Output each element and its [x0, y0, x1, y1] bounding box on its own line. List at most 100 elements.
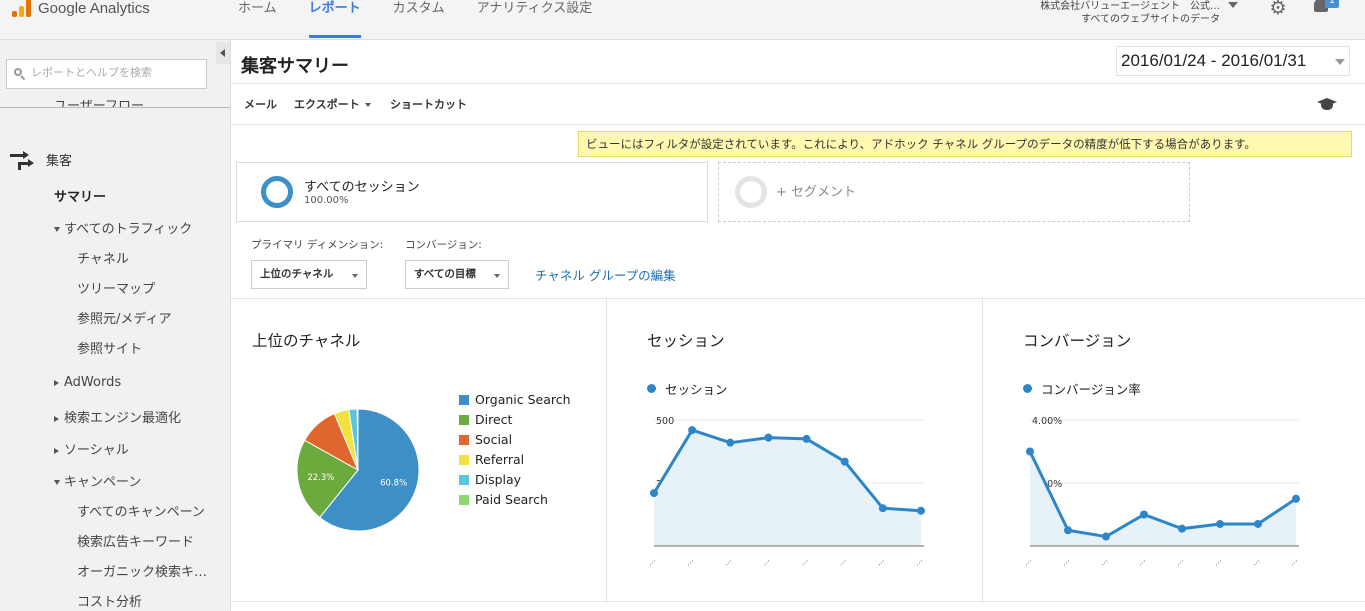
- data-point[interactable]: [1292, 494, 1300, 503]
- nav-home[interactable]: ホーム: [222, 0, 293, 40]
- export-button[interactable]: エクスポート: [294, 96, 371, 112]
- sidebar-item[interactable]: 検索広告キーワード: [77, 531, 194, 550]
- y-tick-label: 4.00%: [1032, 416, 1062, 427]
- channels-pie-chart[interactable]: 60.8% 22.3%: [231, 299, 606, 603]
- chart-panels: 上位のチャネル 60.8% 22.3% Organic Search Direct S…: [231, 298, 1365, 603]
- legend-item[interactable]: Organic Search: [459, 392, 571, 407]
- expand-right-icon[interactable]: [54, 447, 59, 454]
- sidebar-item[interactable]: 参照サイト: [77, 338, 142, 357]
- conversion-select[interactable]: すべての目標: [405, 260, 509, 289]
- gear-icon[interactable]: ⚙: [1268, 0, 1288, 18]
- data-point[interactable]: [1102, 532, 1110, 541]
- sidebar-item[interactable]: コスト分析: [77, 591, 142, 610]
- data-point[interactable]: [1064, 526, 1072, 535]
- data-point[interactable]: [726, 438, 735, 447]
- primary-dimension-select[interactable]: 上位のチャネル: [251, 260, 367, 289]
- x-tick-label: …: [645, 555, 657, 567]
- logo-text: Google Analytics: [38, 0, 150, 17]
- x-tick-label: …: [1173, 555, 1185, 567]
- filter-notice: ビューにはフィルタが設定されています。これにより、アドホック チャネル グループ…: [578, 131, 1352, 157]
- shortcut-button[interactable]: ショートカット: [390, 96, 467, 112]
- sessions-line-chart[interactable]: 500250……………………: [607, 299, 983, 603]
- account-selector[interactable]: 株式会社バリューエージェント 公式… すべてのウェブサイトのデータ: [1020, 0, 1220, 26]
- legend-item[interactable]: Social: [459, 432, 512, 447]
- data-point[interactable]: [1178, 524, 1186, 533]
- data-point[interactable]: [1254, 519, 1262, 528]
- page-title: 集客サマリー: [241, 56, 349, 77]
- legend-item[interactable]: Paid Search: [459, 492, 548, 507]
- data-point[interactable]: [688, 426, 697, 435]
- account-caret-icon[interactable]: [1228, 2, 1238, 8]
- x-tick-label: …: [1059, 555, 1071, 567]
- expand-right-icon[interactable]: [54, 415, 59, 422]
- sidebar-item[interactable]: 検索エンジン最適化: [54, 407, 181, 426]
- expand-down-icon[interactable]: [54, 480, 60, 485]
- segment-percentage: 100.00%: [304, 195, 349, 206]
- legend-label: Social: [475, 432, 513, 447]
- data-point[interactable]: [840, 457, 849, 466]
- x-tick-label: …: [1249, 555, 1261, 567]
- sidebar-item[interactable]: AdWords: [54, 375, 121, 390]
- sidebar-item[interactable]: オーガニック検索キ…: [77, 561, 207, 580]
- data-point[interactable]: [878, 504, 887, 513]
- data-point[interactable]: [1216, 519, 1224, 528]
- series-area: [654, 430, 921, 546]
- sidebar-item[interactable]: キャンペーン: [54, 471, 141, 490]
- segment-all-sessions[interactable]: すべてのセッション 100.00%: [236, 162, 708, 222]
- sidebar-section-acquisition[interactable]: 集客: [10, 150, 73, 170]
- legend-item[interactable]: Display: [459, 472, 521, 487]
- legend-swatch: [459, 414, 469, 425]
- sidebar-item[interactable]: サマリー: [54, 186, 106, 205]
- sidebar-item-label: コスト分析: [77, 595, 143, 610]
- legend-label: Display: [475, 472, 522, 487]
- data-point[interactable]: [1026, 447, 1034, 456]
- legend-label: Organic Search: [475, 392, 571, 407]
- sidebar-item-label: キャンペーン: [64, 475, 142, 490]
- legend-item[interactable]: Referral: [459, 452, 524, 467]
- sidebar-item[interactable]: ソーシャル: [54, 439, 129, 458]
- date-range-picker[interactable]: 2016/01/24 - 2016/01/31: [1116, 46, 1350, 76]
- add-segment-label: + セグメント: [776, 185, 857, 200]
- edit-channel-group-link[interactable]: チャネル グループの編集: [535, 265, 676, 284]
- sidebar-item[interactable]: すべてのキャンペーン: [77, 501, 205, 520]
- chevron-down-icon: [352, 274, 358, 278]
- google-analytics-logo[interactable]: Google Analytics: [12, 0, 150, 18]
- graduation-cap-icon[interactable]: [1316, 98, 1338, 112]
- nav-admin[interactable]: アナリティクス設定: [461, 0, 609, 40]
- email-button[interactable]: メール: [244, 96, 277, 112]
- nav-reports[interactable]: レポート: [293, 0, 377, 40]
- conversion-line-chart[interactable]: 4.00%2.00%……………………: [983, 299, 1365, 603]
- expand-right-icon[interactable]: [54, 379, 59, 386]
- expand-down-icon[interactable]: [54, 227, 60, 232]
- data-point[interactable]: [802, 434, 811, 443]
- report-toolbar: メール エクスポート ショートカット: [231, 84, 1365, 125]
- sidebar-section-label: 集客: [46, 154, 73, 169]
- pie-slice-label: 60.8%: [380, 479, 407, 489]
- sidebar-item[interactable]: ツリーマップ: [77, 278, 155, 297]
- data-point[interactable]: [1140, 510, 1148, 519]
- sidebar-item[interactable]: チャネル: [77, 248, 129, 267]
- collapse-sidebar-icon[interactable]: [216, 42, 230, 64]
- sidebar-item[interactable]: すべてのトラフィック: [54, 218, 192, 237]
- data-point[interactable]: [650, 489, 658, 498]
- sidebar-item[interactable]: 参照元/メディア: [77, 308, 171, 327]
- data-point[interactable]: [917, 506, 925, 515]
- notifications-bell-icon[interactable]: 1: [1312, 0, 1339, 16]
- sidebar-item-label: 参照元/メディア: [77, 312, 172, 327]
- sidebar-item-label: オーガニック検索キ…: [77, 565, 208, 580]
- segment-ring-icon: [261, 176, 293, 208]
- add-segment-button[interactable]: + セグメント: [718, 162, 1190, 222]
- x-tick-label: …: [874, 555, 886, 567]
- analytics-logo-icon: [12, 0, 32, 17]
- x-tick-label: …: [759, 555, 771, 567]
- panel-conversions: コンバージョン コンバージョン率 4.00% 2.00%……………………: [982, 299, 1365, 603]
- nav-custom[interactable]: カスタム: [377, 0, 461, 40]
- sidebar-item-label: チャネル: [77, 252, 129, 267]
- sidebar-search[interactable]: [6, 59, 207, 89]
- data-point[interactable]: [764, 433, 773, 442]
- search-input[interactable]: [31, 66, 201, 79]
- sidebar: ユーザーフロー 集客 サマリーすべてのトラフィックチャネルツリーマップ参照元/メ…: [0, 40, 231, 611]
- chevron-down-icon: [1335, 59, 1345, 65]
- chevron-down-icon: [494, 274, 500, 278]
- legend-item[interactable]: Direct: [459, 412, 512, 427]
